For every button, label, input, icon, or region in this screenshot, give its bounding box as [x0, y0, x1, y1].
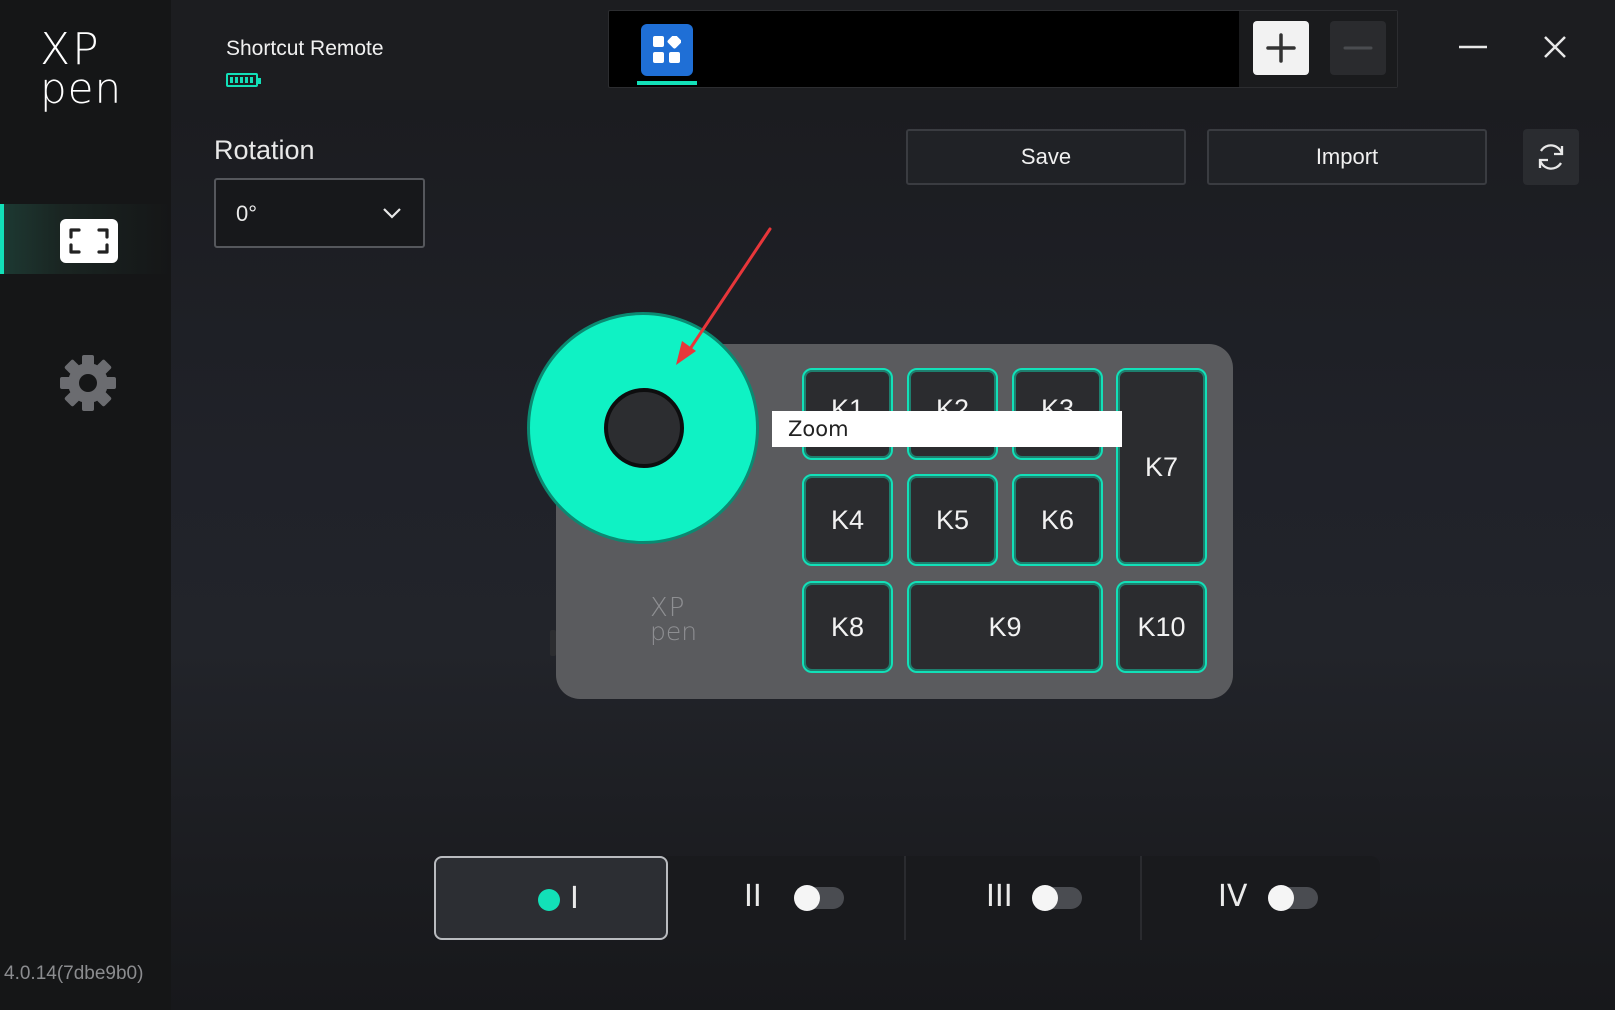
key-k5[interactable]: K5 — [907, 474, 998, 566]
profile-label: I — [570, 881, 579, 916]
profile-tab-2[interactable]: II — [668, 856, 904, 940]
sidebar-item-settings[interactable] — [55, 350, 121, 416]
battery-icon — [226, 73, 261, 87]
refresh-button[interactable] — [1523, 129, 1579, 185]
key-k10[interactable]: K10 — [1116, 581, 1207, 673]
sidebar: XP pen 4.0.14(7dbe9b0) — [0, 0, 171, 1010]
profile-toggle[interactable] — [1268, 885, 1318, 911]
active-profile-dot — [538, 889, 560, 911]
close-icon — [1544, 36, 1566, 58]
refresh-icon — [1538, 144, 1564, 170]
key-k9[interactable]: K9 — [907, 581, 1103, 673]
minus-icon — [1343, 46, 1373, 50]
key-k4[interactable]: K4 — [802, 474, 893, 566]
profile-tab-3[interactable]: III — [906, 856, 1140, 940]
gear-icon — [60, 355, 116, 411]
key-k6[interactable]: K6 — [1012, 474, 1103, 566]
rotation-dropdown[interactable]: 0° — [214, 178, 425, 248]
chevron-down-icon — [383, 208, 401, 219]
minimize-button[interactable] — [1455, 30, 1491, 66]
logo-line2: pen — [40, 64, 123, 113]
profile-toggle[interactable] — [1032, 885, 1082, 911]
profile-label: IV — [1218, 879, 1248, 914]
profile-label: III — [986, 879, 1013, 914]
key-k7[interactable]: K7 — [1116, 368, 1207, 566]
plus-icon — [1266, 33, 1296, 63]
xppen-logo: XP pen — [40, 28, 130, 113]
profile-toggle[interactable] — [794, 885, 844, 911]
version-label: 4.0.14(7dbe9b0) — [4, 963, 144, 984]
selected-app-indicator — [637, 81, 697, 85]
rotation-value: 0° — [236, 201, 258, 226]
import-button[interactable]: Import — [1207, 129, 1487, 185]
device-logo-line2: pen — [650, 617, 698, 646]
rotation-label: Rotation — [214, 135, 315, 165]
profile-bar: I II III IV — [434, 856, 1380, 940]
device-name: Shortcut Remote — [226, 37, 384, 60]
sidebar-item-device[interactable] — [0, 204, 171, 274]
key-k8[interactable]: K8 — [802, 581, 893, 673]
dial-center — [604, 388, 684, 468]
dial-tooltip: Zoom — [772, 411, 1122, 447]
fullscreen-frame-icon — [60, 219, 118, 263]
close-button[interactable] — [1537, 30, 1573, 66]
device-notch — [550, 630, 556, 656]
profile-tab-1[interactable]: I — [434, 856, 668, 940]
annotation-arrow-icon — [676, 227, 772, 365]
active-indicator — [0, 204, 4, 274]
profile-tab-4[interactable]: IV — [1142, 856, 1380, 940]
profile-label: II — [744, 879, 762, 914]
device-logo: XP pen — [650, 595, 698, 646]
app-grid-icon — [653, 36, 681, 63]
add-app-button[interactable] — [1253, 21, 1309, 75]
remove-app-button[interactable] — [1330, 21, 1386, 75]
minimize-icon — [1459, 45, 1487, 49]
save-button[interactable]: Save — [906, 129, 1186, 185]
app-tile-default[interactable] — [641, 24, 693, 76]
